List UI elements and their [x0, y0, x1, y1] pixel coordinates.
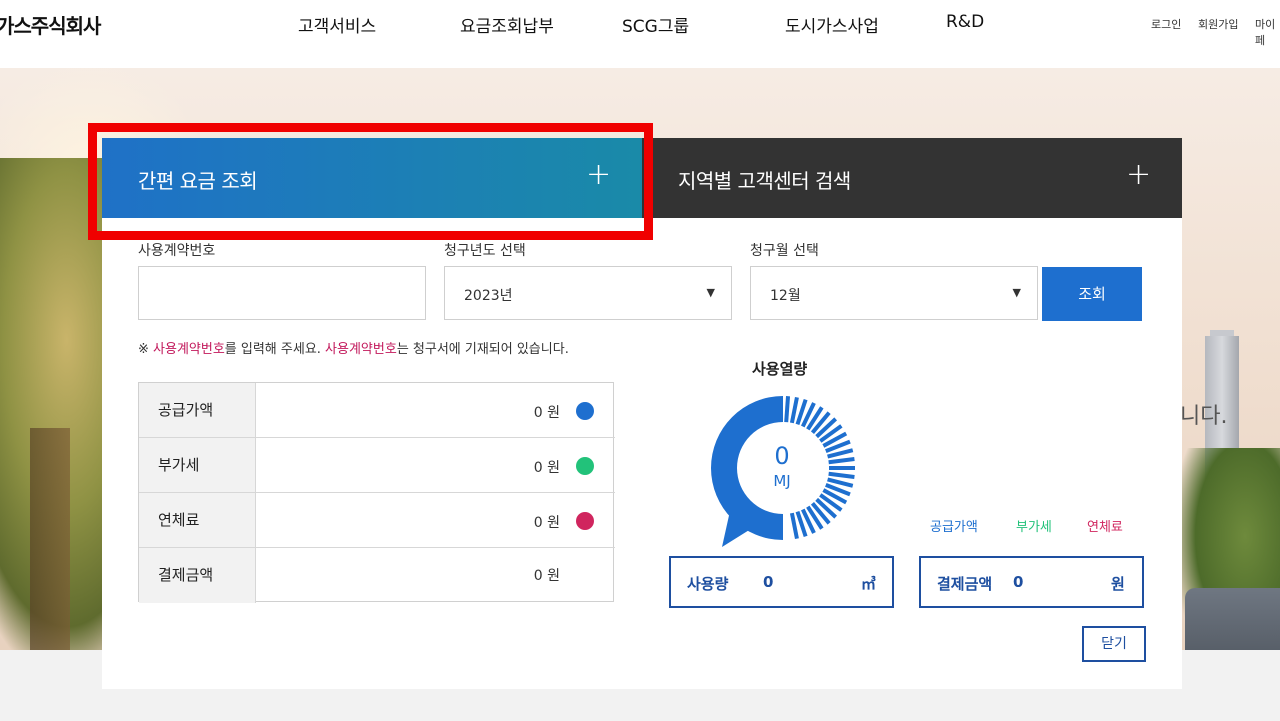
billing-month-value: 12월 [770, 285, 801, 305]
legend-supply: 공급가액 [930, 516, 978, 535]
highlight-box [88, 123, 653, 240]
table-row: 연체료 0 원 [139, 493, 615, 548]
chevron-down-icon: ▼ [707, 286, 715, 299]
contract-number-label: 사용계약번호 [138, 240, 215, 260]
tab-customer-center-search[interactable]: 지역별 고객센터 검색 + [642, 138, 1182, 218]
nav-city-gas-business[interactable]: 도시가스사업 [785, 12, 879, 37]
fee-value: 0 원 [534, 402, 560, 422]
notice-text: 는 청구서에 기재되어 있습니다. [397, 342, 569, 357]
site-logo[interactable]: 가스주식회사 [0, 10, 100, 39]
nav-rnd[interactable]: R&D [946, 12, 984, 32]
fee-label: 결제금액 [139, 548, 256, 603]
gauge-tick [828, 479, 853, 485]
tree-trunk-left [30, 428, 70, 650]
payment-label: 결제금액 [937, 573, 992, 594]
notice-prefix: ※ [138, 342, 153, 357]
plus-icon[interactable]: + [1126, 160, 1151, 190]
search-button[interactable]: 조회 [1042, 267, 1142, 321]
gauge-tick [829, 459, 855, 462]
fee-value: 0 원 [534, 565, 560, 585]
billing-year-label: 청구년도 선택 [444, 240, 526, 260]
fee-value: 0 원 [534, 457, 560, 477]
billing-month-select[interactable]: 12월 ▼ [750, 266, 1038, 320]
hero-slogan: 니다. [1180, 398, 1227, 430]
usage-value: 0 [763, 573, 773, 591]
table-row: 부가세 0 원 [139, 438, 615, 493]
gauge-unit: MJ [762, 472, 802, 490]
input-notice: ※ 사용계약번호를 입력해 주세요. 사용계약번호는 청구서에 기재되어 있습니… [138, 338, 569, 357]
payment-result-box: 결제금액 0 원 [919, 556, 1144, 608]
fee-value: 0 원 [534, 512, 560, 532]
contract-number-input[interactable] [138, 266, 426, 320]
payment-unit: 원 [1111, 573, 1125, 594]
fee-label: 부가세 [139, 438, 256, 492]
table-row: 공급가액 0 원 [139, 383, 615, 438]
fee-label: 연체료 [139, 493, 256, 547]
gas-facility-image [1185, 588, 1280, 650]
billing-year-select[interactable]: 2023년 ▼ [444, 266, 732, 320]
gauge-value: 0 [762, 442, 802, 470]
fee-label: 공급가액 [139, 383, 256, 437]
usage-gauge-chart [708, 393, 858, 548]
notice-text: 를 입력해 주세요. [225, 342, 325, 357]
gauge-title: 사용열량 [752, 358, 807, 379]
payment-value: 0 [1013, 573, 1023, 591]
signup-link[interactable]: 회원가입 [1198, 16, 1238, 32]
mypage-link[interactable]: 마이페 [1255, 16, 1280, 48]
gauge-tick [792, 397, 797, 423]
legend-dot-late-fee [576, 512, 594, 530]
nav-scg-group[interactable]: SCG그룹 [622, 12, 689, 37]
billing-year-value: 2023년 [464, 285, 513, 305]
legend-dot-supply [576, 402, 594, 420]
billing-month-label: 청구월 선택 [750, 240, 819, 260]
login-link[interactable]: 로그인 [1151, 16, 1181, 32]
table-row: 결제금액 0 원 [139, 548, 615, 603]
legend-vat: 부가세 [1016, 516, 1052, 535]
site-header: 가스주식회사 고객서비스 요금조회납부 SCG그룹 도시가스사업 R&D 로그인… [0, 0, 1280, 68]
usage-label: 사용량 [687, 573, 728, 594]
close-button[interactable]: 닫기 [1082, 626, 1146, 662]
nav-customer-service[interactable]: 고객서비스 [298, 12, 376, 37]
usage-unit: ㎥ [861, 573, 876, 594]
gauge-tick [786, 396, 788, 422]
gauge-tick [828, 450, 853, 456]
tab-label: 지역별 고객센터 검색 [678, 165, 851, 194]
nav-bill-payment[interactable]: 요금조회납부 [460, 12, 554, 37]
legend-late-fee: 연체료 [1087, 516, 1123, 535]
fee-table: 공급가액 0 원 부가세 0 원 연체료 0 원 결제금액 0 원 [138, 382, 614, 602]
gauge-tick [792, 513, 797, 539]
gauge-tick [829, 474, 855, 477]
notice-highlight: 사용계약번호 [325, 342, 397, 357]
chevron-down-icon: ▼ [1013, 286, 1021, 299]
legend-dot-vat [576, 457, 594, 475]
notice-highlight: 사용계약번호 [153, 342, 225, 357]
usage-result-box: 사용량 0 ㎥ [669, 556, 894, 608]
